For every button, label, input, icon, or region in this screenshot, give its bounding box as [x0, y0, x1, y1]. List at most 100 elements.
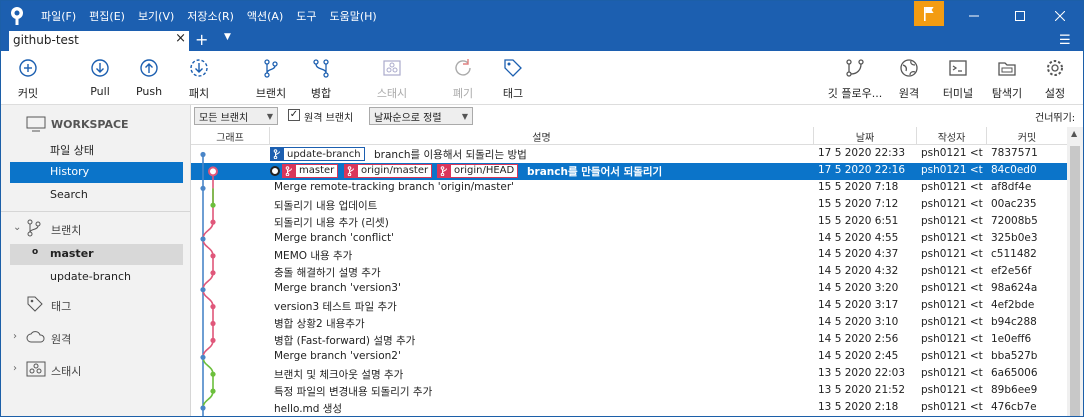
commit-message: 되돌리기 내용 추가 (리셋): [274, 216, 389, 229]
branch-filter-dropdown[interactable]: 모든 브랜치 ▼: [194, 107, 278, 125]
ref-label-text: origin/master: [361, 165, 429, 177]
search-label: Search: [50, 188, 88, 201]
column-commit[interactable]: 커밋: [987, 127, 1067, 145]
tab-dropdown-icon[interactable]: ▼: [224, 32, 231, 42]
sidebar-stashes-header[interactable]: › 스태시: [1, 359, 191, 381]
push-button[interactable]: Push: [121, 57, 177, 98]
tab-github-test[interactable]: github-test ×: [9, 31, 189, 51]
graph-edge: [202, 222, 214, 240]
discard-button[interactable]: 폐기: [435, 57, 491, 101]
commit-node: [200, 236, 206, 242]
commit-row[interactable]: update-branch branch를 이용해서 되돌리는 방법 17 5 20…: [191, 146, 1067, 163]
commit-node: [200, 151, 206, 158]
chevron-down-icon: ▼: [266, 111, 273, 121]
stash-icon: [383, 60, 401, 76]
commit-row[interactable]: hello.md 생성 13 5 2020 2:18 psh0121 <tngus2…: [191, 400, 1067, 417]
ref-label[interactable]: update-branch: [270, 147, 365, 161]
sidebar-remotes-header[interactable]: › 원격: [1, 327, 191, 349]
commit-row[interactable]: Merge remote-tracking branch 'origin/mas…: [191, 180, 1067, 197]
terminal-button[interactable]: 터미널: [930, 57, 986, 101]
commit-hash: 89b6ee9: [991, 383, 1038, 396]
minimize-button[interactable]: [951, 1, 997, 31]
branch-icon: [264, 59, 278, 78]
pull-icon: [91, 59, 109, 77]
commit-row[interactable]: 특정 파일의 변경내용 되돌리기 추가 13 5 2020 21:52 psh012…: [191, 383, 1067, 400]
new-tab-button[interactable]: +: [195, 30, 208, 49]
ref-label[interactable]: origin/master: [344, 163, 433, 178]
commit-author: psh0121 <tngus2: [921, 282, 983, 295]
menu-item-0[interactable]: 파일(F): [41, 8, 76, 24]
stash-button[interactable]: 스태시: [364, 57, 420, 101]
commit-author: psh0121 <tngus2: [921, 147, 983, 159]
menu-item-5[interactable]: 도구: [296, 8, 316, 24]
commit-row[interactable]: Merge branch 'conflict' 14 5 2020 4:55 psh…: [191, 231, 1067, 248]
commit-row[interactable]: 병합 상황2 내용추가 14 5 2020 3:10 psh0121 <tngus2…: [191, 315, 1067, 332]
sidebar-branches-header[interactable]: ⌄ 브랜치: [1, 218, 191, 240]
branch-button[interactable]: 브랜치: [243, 57, 299, 101]
commit-row[interactable]: Merge branch 'version2' 14 5 2020 2:45 psh…: [191, 349, 1067, 366]
sidebar-item-file-status[interactable]: 파일 상태: [10, 139, 183, 160]
update-branch-label: update-branch: [50, 270, 131, 283]
sidebar-item-update-branch[interactable]: update-branch: [10, 267, 183, 288]
column-graph[interactable]: 그래프: [191, 127, 270, 145]
commit-message: Merge branch 'version2': [274, 349, 401, 362]
sidebar-item-master[interactable]: o master: [10, 244, 183, 265]
column-author[interactable]: 작성자: [917, 127, 987, 145]
sort-dropdown[interactable]: 날짜순으로 정렬 ▼: [369, 107, 473, 125]
sidebar-tags-header[interactable]: 태그: [1, 294, 191, 316]
menu-item-2[interactable]: 보기(V): [138, 8, 174, 24]
fetch-button[interactable]: 패치: [171, 57, 227, 101]
close-window-button[interactable]: [1037, 1, 1083, 31]
chevron-right-icon: ›: [13, 363, 17, 374]
commit-row[interactable]: 되돌리기 내용 업데이트 15 5 2020 7:12 psh0121 <tngus…: [191, 197, 1067, 214]
commit-row[interactable]: master origin/master origin/HEAD branch를 만들…: [191, 162, 1067, 180]
commit-date: 14 5 2020 2:45: [818, 349, 899, 362]
minimize-icon: [969, 15, 979, 17]
ref-label[interactable]: origin/HEAD: [437, 163, 519, 178]
ref-label[interactable]: master: [270, 163, 339, 178]
commit-row[interactable]: MEMO 내용 추가 14 5 2020 4:37 psh0121 <tngus2 c…: [191, 247, 1067, 264]
tag-button[interactable]: 태그: [485, 57, 541, 101]
commit-date: 13 5 2020 22:03: [818, 366, 906, 379]
commit-author: psh0121 <tngus2: [921, 349, 983, 362]
git-flow-button[interactable]: 깃 플로우...: [827, 57, 883, 101]
history-label: History: [50, 165, 90, 178]
menu-item-4[interactable]: 액션(A): [247, 8, 283, 24]
remote-button[interactable]: 원격: [881, 57, 937, 101]
column-description[interactable]: 설명: [270, 127, 814, 145]
commit-message: MEMO 내용 추가: [274, 250, 353, 263]
fetch-label: 패치: [188, 87, 210, 100]
commit-date: 13 5 2020 21:52: [818, 383, 906, 396]
commit-row[interactable]: 브랜치 및 체크아웃 설명 추가 13 5 2020 22:03 psh0121 <…: [191, 366, 1067, 383]
column-date[interactable]: 날짜: [814, 127, 917, 145]
sidebar-item-history[interactable]: History: [10, 162, 183, 183]
remote-branches-checkbox[interactable]: ✓: [288, 109, 300, 121]
notification-flag-button[interactable]: [914, 1, 944, 26]
sidebar-item-search[interactable]: Search: [10, 185, 183, 206]
stash-icon: [26, 361, 46, 377]
commit-row[interactable]: 되돌리기 내용 추가 (리셋) 15 5 2020 6:51 psh0121 <tn…: [191, 214, 1067, 231]
menu-item-1[interactable]: 편집(E): [89, 8, 125, 24]
scroll-up-icon[interactable]: ▲: [1071, 129, 1077, 138]
commit-node: [210, 304, 216, 310]
commit-row[interactable]: Merge branch 'version3' 14 5 2020 3:20 psh…: [191, 281, 1067, 298]
merge-button[interactable]: 병합: [293, 57, 349, 101]
settings-button[interactable]: 설정: [1027, 57, 1083, 101]
menu-item-6[interactable]: 도움말(H): [330, 8, 377, 24]
scroll-thumb[interactable]: [1070, 146, 1080, 416]
sort-value: 날짜순으로 정렬: [374, 112, 442, 124]
menu-item-3[interactable]: 저장소(R): [187, 8, 234, 24]
hamburger-menu-icon[interactable]: ☰: [1059, 33, 1071, 48]
commit-button[interactable]: 커밋: [1, 57, 56, 101]
commit-node: [200, 287, 206, 293]
commit-row[interactable]: version3 테스트 파일 추가 14 5 2020 3:17 psh0121 …: [191, 298, 1067, 315]
commit-row[interactable]: 충돌 해결하기 설명 추가 14 5 2020 4:32 psh0121 <tngu…: [191, 264, 1067, 281]
commit-row[interactable]: 병합 (Fast-forward) 설명 추가 14 5 2020 2:56 psh…: [191, 332, 1067, 349]
commit-date: 13 5 2020 2:18: [818, 400, 899, 413]
commit-date: 15 5 2020 7:12: [818, 197, 899, 210]
commit-author: psh0121 <tngus2: [921, 316, 983, 328]
cloud-icon: [26, 331, 45, 343]
pull-button[interactable]: Pull: [72, 57, 128, 98]
tab-close-icon[interactable]: ×: [175, 31, 186, 46]
discard-icon: [455, 59, 471, 76]
